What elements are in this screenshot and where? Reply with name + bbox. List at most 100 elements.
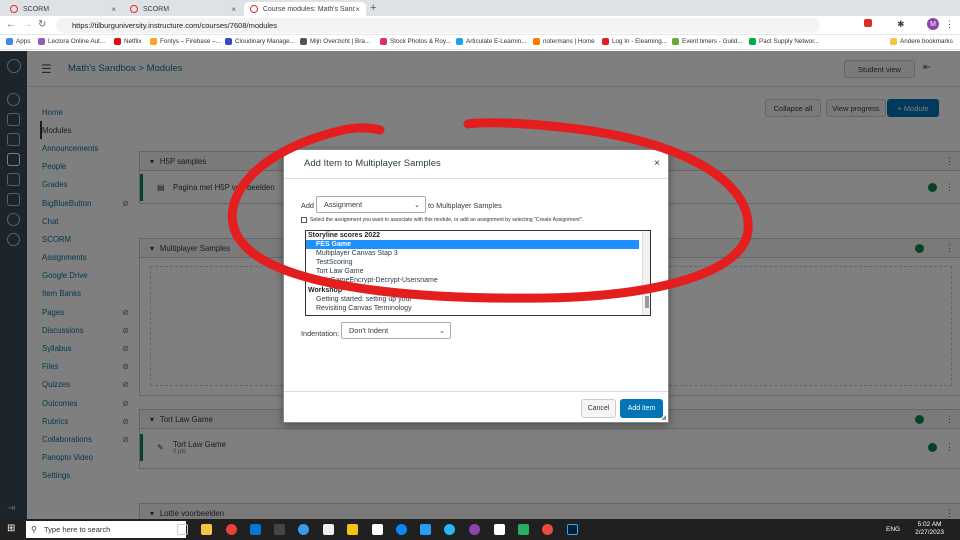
bookmark-favicon-icon [114, 38, 121, 45]
bookmark-favicon-icon [456, 38, 463, 45]
add-item-button[interactable]: Add item [620, 399, 663, 418]
app-icon[interactable] [274, 524, 285, 535]
url-input[interactable]: https://tilburguniversity.instructure.co… [56, 18, 820, 33]
bookmark-favicon-icon [749, 38, 756, 45]
app-icon[interactable] [518, 524, 529, 535]
bookmark-favicon-icon [602, 38, 609, 45]
bookmark-favicon-icon [533, 38, 540, 45]
dialog-title: Add Item to Multiplayer Samples [304, 158, 441, 169]
language-indicator[interactable]: ENG [886, 526, 900, 533]
option-list: Storyline scores 2022 FES Game Multiplayer… [306, 231, 650, 313]
indentation-select[interactable]: Don't Indent ⌄ [341, 322, 451, 339]
back-icon[interactable]: ← [6, 19, 16, 30]
windows-start-icon[interactable]: ⊞ [7, 523, 15, 534]
extension-icon[interactable] [864, 19, 872, 27]
bookmark-favicon-icon [38, 38, 45, 45]
option-group-label: Workshop [308, 286, 343, 294]
app-icon[interactable] [542, 524, 553, 535]
bookmark-favicon-icon [150, 38, 157, 45]
info-icon [301, 217, 307, 223]
add-item-dialog: Add Item to Multiplayer Samples × Add As… [283, 149, 669, 423]
assignment-option[interactable]: Revisiting Canvas Terminology [306, 304, 650, 313]
chrome-icon[interactable] [226, 524, 237, 535]
app-icon[interactable] [347, 524, 358, 535]
extensions-puzzle-icon[interactable]: ✱ [897, 19, 905, 30]
edge-icon[interactable] [396, 524, 407, 535]
bookmark-favicon-icon [225, 38, 232, 45]
assignment-option[interactable]: Multiplayer Canvas Stap 3 [306, 249, 650, 258]
close-tab-icon[interactable]: × [355, 5, 360, 14]
app-icon[interactable] [323, 524, 334, 535]
app-icon[interactable] [494, 524, 505, 535]
bookmark-item[interactable]: Articulate E-Learnin... [456, 38, 527, 45]
browser-tab-bar: SCORM × SCORM × Course modules: Math's San… [0, 0, 960, 16]
app-icon[interactable] [298, 524, 309, 535]
close-tab-icon[interactable]: × [111, 5, 116, 14]
resize-grip-icon[interactable]: ◢ [661, 414, 666, 421]
assignment-option[interactable]: Getting started: setting up your [306, 295, 650, 304]
item-type-select[interactable]: Assignment ⌄ [316, 196, 426, 213]
assignment-listbox[interactable]: Storyline scores 2022 FES Game Multiplayer… [305, 230, 651, 316]
assignment-option[interactable]: TestScoring [306, 258, 650, 267]
forward-icon[interactable]: → [22, 19, 32, 30]
browser-tab-1[interactable]: SCORM × [4, 2, 122, 16]
to-module-label: to Multiplayer Samples [428, 201, 502, 210]
bookmark-item[interactable]: Andere bookmarks [890, 38, 953, 45]
hint-text: Select the assignment you want to associ… [301, 217, 583, 223]
browser-tab-active[interactable]: Course modules: Math's Sandbox× [244, 2, 366, 16]
bookmark-favicon-icon [300, 38, 307, 45]
photoshop-icon[interactable] [567, 524, 578, 535]
bookmark-item[interactable]: Event timers - Guild... [672, 38, 743, 45]
windows-taskbar: ⊞ ⚲ Type here to search ENG 5:02 AM 2/27/… [0, 519, 960, 540]
bookmark-item[interactable]: Pact Supply Networ... [749, 38, 819, 45]
menu-kebab-icon[interactable]: ⋮ [945, 19, 954, 30]
assignment-option[interactable]: FES Game [306, 240, 639, 250]
app-icon[interactable] [372, 524, 383, 535]
close-tab-icon[interactable]: × [231, 5, 236, 14]
app-icon[interactable] [469, 524, 480, 535]
cancel-button[interactable]: Cancel [581, 399, 616, 418]
new-tab-icon[interactable]: + [370, 2, 376, 14]
scrollbar[interactable] [642, 231, 650, 315]
assignment-option[interactable]: QuizGameEncrypt-Decrypt-Usersname [306, 276, 650, 285]
task-view-icon[interactable] [177, 524, 188, 535]
reload-icon[interactable]: ↻ [38, 19, 46, 30]
bookmark-item[interactable]: Cloudinary Manage... [225, 38, 295, 45]
divider [284, 178, 668, 179]
bookmark-item[interactable]: Stock Photos & Roy... [380, 38, 451, 45]
bookmark-item[interactable]: Apps [6, 38, 30, 45]
scrollbar-thumb[interactable] [645, 296, 649, 308]
close-icon[interactable]: × [654, 158, 660, 169]
bookmark-item[interactable]: Fontys – Firebase –... [150, 38, 221, 45]
bookmark-favicon-icon [672, 38, 679, 45]
chevron-down-icon: ⌄ [414, 201, 420, 209]
indentation-label: Indentation: [301, 329, 340, 338]
bookmarks-bar: Apps Lectora Online Aut... Netflix Fontys –… [0, 35, 960, 50]
assignment-option[interactable]: Tort Law Game [306, 267, 650, 276]
bookmark-favicon-icon [6, 38, 13, 45]
bookmark-item[interactable]: Netflix [114, 38, 142, 45]
app-icon[interactable] [444, 524, 455, 535]
chevron-down-icon: ⌄ [439, 327, 445, 335]
clock[interactable]: 5:02 AM 2/27/2023 [915, 521, 944, 537]
browser-tab-2[interactable]: SCORM × [124, 2, 242, 16]
bookmark-item[interactable]: Log In - Elearning... [602, 38, 667, 45]
bookmark-favicon-icon [890, 38, 897, 45]
add-label: Add [301, 201, 314, 210]
bookmark-item[interactable]: Mijn Overzicht | Bra... [300, 38, 370, 45]
profile-avatar[interactable]: M [927, 18, 939, 30]
bookmark-item[interactable]: notermans | Home [533, 38, 595, 45]
search-icon: ⚲ [31, 525, 37, 534]
address-bar: ← → ↻ https://tilburguniversity.instruct… [0, 16, 960, 35]
canvas-favicon-icon [250, 5, 258, 13]
app-icon[interactable] [420, 524, 431, 535]
file-explorer-icon[interactable] [201, 524, 212, 535]
bookmark-favicon-icon [380, 38, 387, 45]
outlook-icon[interactable] [250, 524, 261, 535]
bookmark-item[interactable]: Lectora Online Aut... [38, 38, 105, 45]
option-group-label: Storyline scores 2022 [308, 232, 380, 239]
divider [284, 391, 668, 392]
taskbar-search-input[interactable]: ⚲ Type here to search [26, 521, 186, 538]
scorm-favicon-icon [10, 5, 18, 13]
scorm-favicon-icon [130, 5, 138, 13]
